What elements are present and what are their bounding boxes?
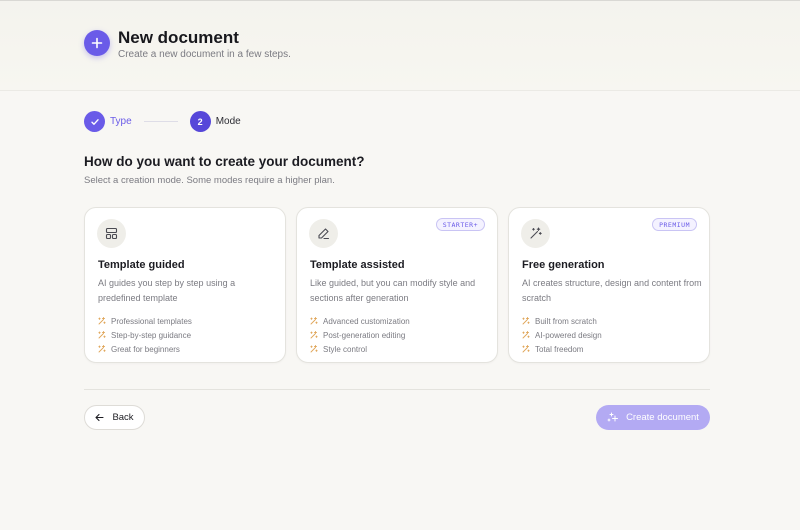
step-mode-number: 2	[189, 111, 211, 132]
feature-list: Professional templates Step-by-step guid…	[98, 314, 192, 356]
create-document-label: Create document	[626, 412, 699, 423]
sparkle-icon	[522, 317, 530, 325]
feature-item: Built from scratch	[522, 314, 602, 328]
step-mode-label: Mode	[215, 116, 241, 127]
feature-list: Advanced customization Post-generation e…	[310, 314, 410, 356]
card-description: Like guided, but you can modify style an…	[310, 278, 476, 303]
sparkle-icon	[310, 317, 318, 325]
feature-item: Post-generation editing	[310, 328, 410, 342]
feature-item: Step-by-step guidance	[98, 328, 192, 342]
page-header: New document Create a new document in a …	[0, 1, 800, 91]
card-title: Template guided	[98, 259, 185, 271]
feature-item: Style control	[310, 342, 410, 356]
sparkle-icon	[310, 345, 318, 353]
mode-card-template-guided[interactable]: Template guided AI guides you step by st…	[84, 207, 286, 363]
card-title: Free generation	[522, 259, 605, 271]
feature-item: Total freedom	[522, 342, 602, 356]
arrow-left-icon	[95, 413, 104, 422]
plus-icon	[84, 30, 110, 56]
page-title: New document	[118, 28, 239, 47]
card-description: AI creates structure, design and content…	[522, 278, 702, 303]
sparkle-icon	[98, 317, 106, 325]
section-heading: How do you want to create your document?	[84, 154, 365, 169]
section-subtext: Select a creation mode. Some modes requi…	[84, 175, 335, 186]
feature-item: Great for beginners	[98, 342, 192, 356]
sparkle-icon	[522, 331, 530, 339]
pencil-icon	[309, 219, 338, 248]
sparkle-icon	[522, 345, 530, 353]
plan-badge-premium: PREMIUM	[652, 218, 697, 231]
back-button-label: Back	[112, 412, 134, 423]
plan-badge-starter: STARTER+	[435, 218, 485, 231]
step-connector	[143, 121, 178, 122]
feature-item: AI-powered design	[522, 328, 602, 342]
sparkle-icon	[98, 345, 106, 353]
card-title: Template assisted	[310, 259, 405, 271]
sparkle-icon	[98, 331, 106, 339]
page-subtitle: Create a new document in a few steps.	[118, 49, 291, 60]
new-document-page: New document Create a new document in a …	[0, 0, 800, 530]
feature-item: Advanced customization	[310, 314, 410, 328]
sparkles-icon	[607, 412, 619, 422]
magic-wand-icon	[521, 219, 550, 248]
stepper: Type 2 Mode	[84, 111, 241, 132]
mode-card-template-assisted[interactable]: STARTER+ Template assisted Like guided, …	[296, 207, 498, 363]
mode-card-free-generation[interactable]: PREMIUM Free generation AI creates struc…	[508, 207, 710, 363]
step-type-check-icon[interactable]	[84, 111, 105, 132]
footer-divider	[84, 389, 710, 390]
card-description: AI guides you step by step using a prede…	[98, 278, 236, 303]
sparkle-icon	[310, 331, 318, 339]
layout-template-icon	[97, 219, 126, 248]
create-document-button[interactable]: Create document	[596, 405, 710, 430]
step-type-label[interactable]: Type	[110, 116, 132, 127]
feature-list: Built from scratch AI-powered design Tot…	[522, 314, 602, 356]
back-button[interactable]: Back	[84, 405, 145, 430]
feature-item: Professional templates	[98, 314, 192, 328]
